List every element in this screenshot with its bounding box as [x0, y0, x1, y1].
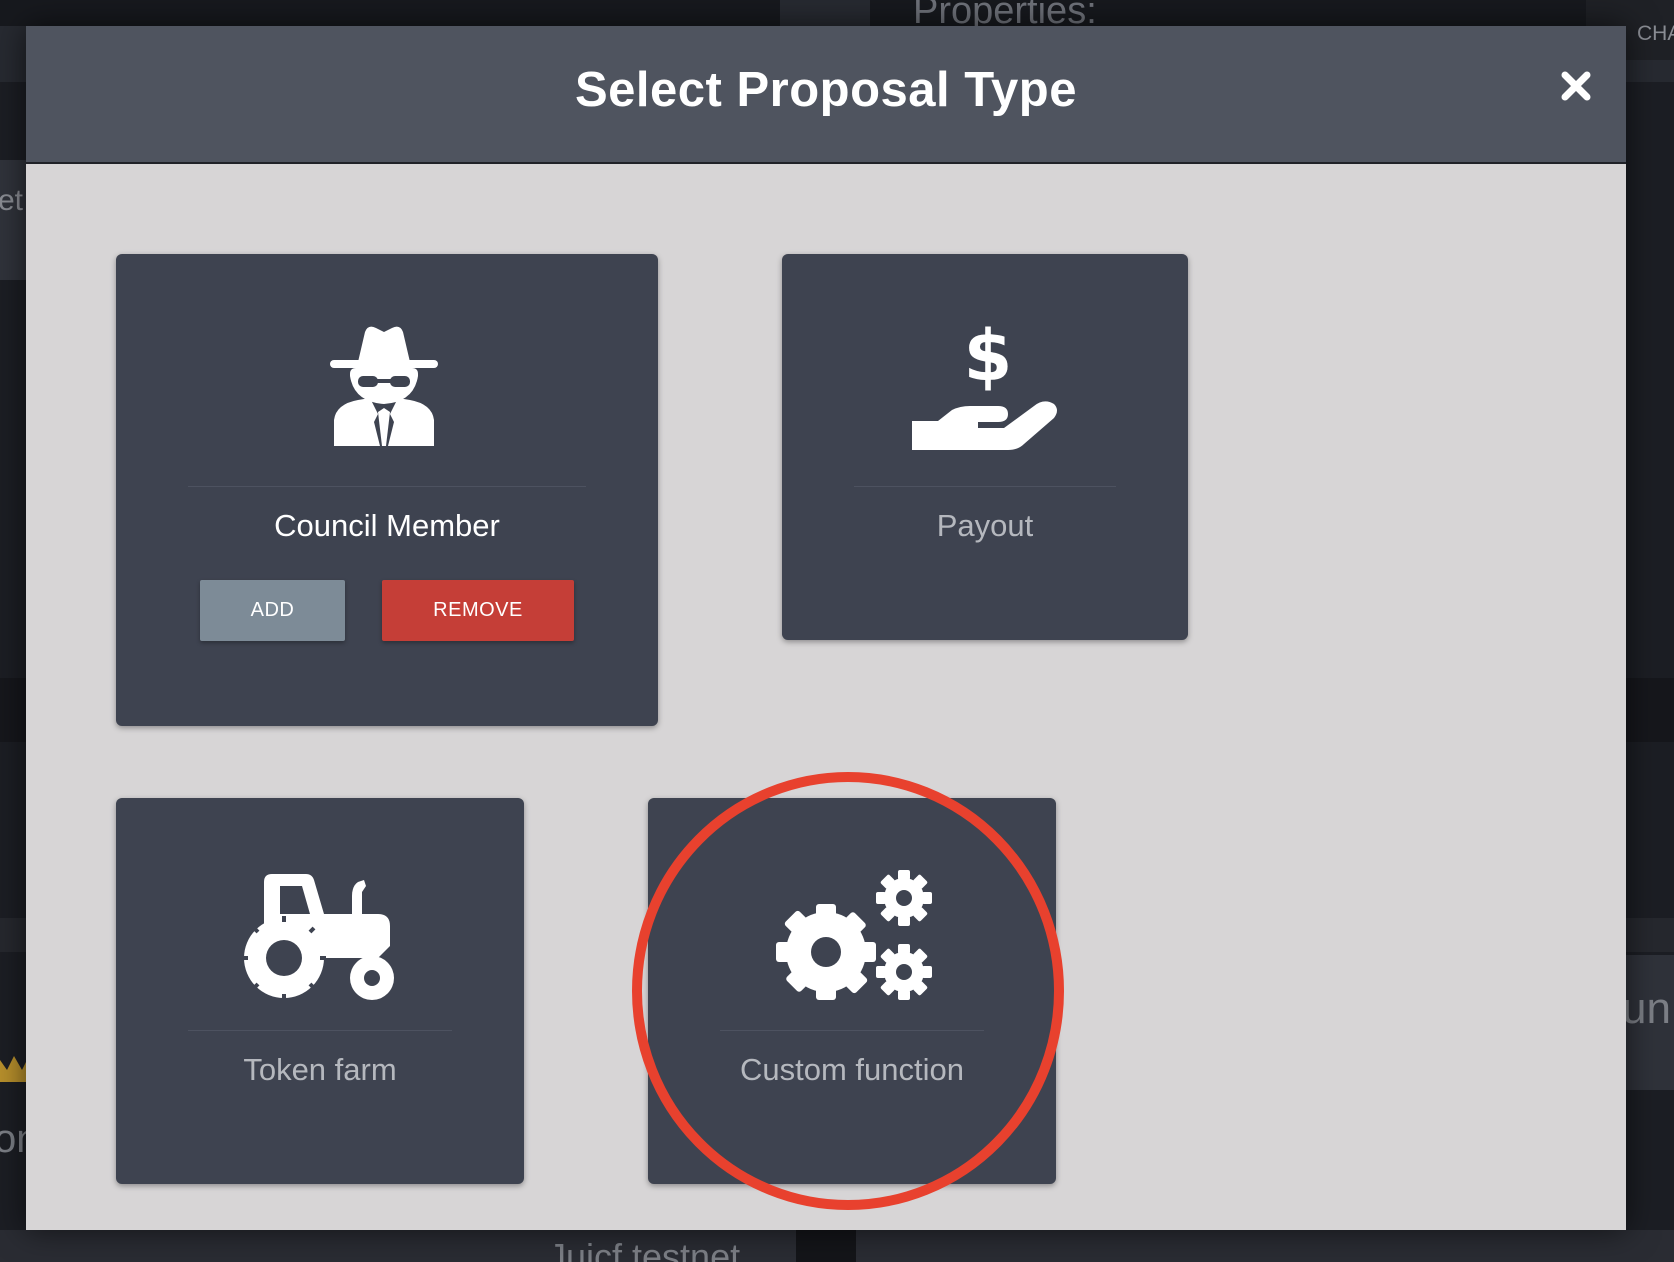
- custom-function-card[interactable]: Custom function: [648, 798, 1056, 1184]
- payout-label: Payout: [936, 508, 1034, 543]
- background-strip: [0, 160, 26, 280]
- token-farm-label: Token farm: [243, 1052, 397, 1087]
- council-member-card[interactable]: Council Member ADD REMOVE: [116, 254, 658, 726]
- remove-council-member-button[interactable]: REMOVE: [382, 580, 574, 641]
- council-member-label: Council Member: [274, 508, 500, 543]
- background-block: [796, 1230, 856, 1262]
- close-icon[interactable]: [1556, 66, 1596, 106]
- card-divider: [720, 1030, 984, 1031]
- token-farm-card[interactable]: Token farm: [116, 798, 524, 1184]
- card-divider: [854, 486, 1116, 487]
- add-council-member-button[interactable]: ADD: [200, 580, 345, 641]
- modal-title: Select Proposal Type: [575, 63, 1077, 117]
- background-button-text: CHA: [1637, 22, 1674, 45]
- background-text: Juicf testnet: [548, 1236, 741, 1262]
- proposal-type-modal: Select Proposal Type Council Member ADD: [26, 26, 1626, 1230]
- card-divider: [188, 1030, 452, 1031]
- cogs-icon: [776, 870, 932, 1000]
- tractor-icon: [242, 874, 394, 1000]
- hand-holding-usd-icon: $: [912, 326, 1057, 450]
- background-text: et: [0, 184, 24, 217]
- card-divider: [188, 486, 586, 487]
- modal-header: Select Proposal Type: [26, 26, 1626, 164]
- background-text: un: [1622, 984, 1671, 1033]
- payout-card[interactable]: $ Payout: [782, 254, 1188, 640]
- user-secret-icon: [330, 326, 438, 446]
- svg-text:$: $: [964, 326, 1013, 397]
- crown-icon: [0, 1056, 26, 1082]
- background-bar: [0, 0, 780, 26]
- custom-function-label: Custom function: [740, 1052, 964, 1087]
